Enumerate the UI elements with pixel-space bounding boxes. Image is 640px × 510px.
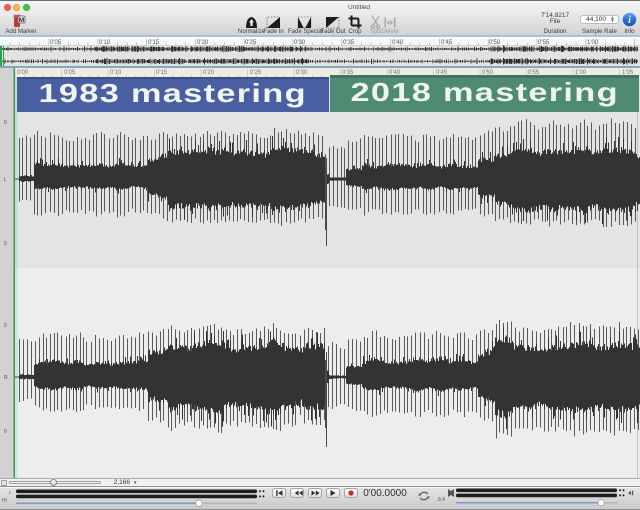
svg-text:Hi: Hi <box>2 498 7 504</box>
svg-text:♪: ♪ <box>8 490 11 496</box>
svg-text:8.4: 8.4 <box>438 497 445 503</box>
